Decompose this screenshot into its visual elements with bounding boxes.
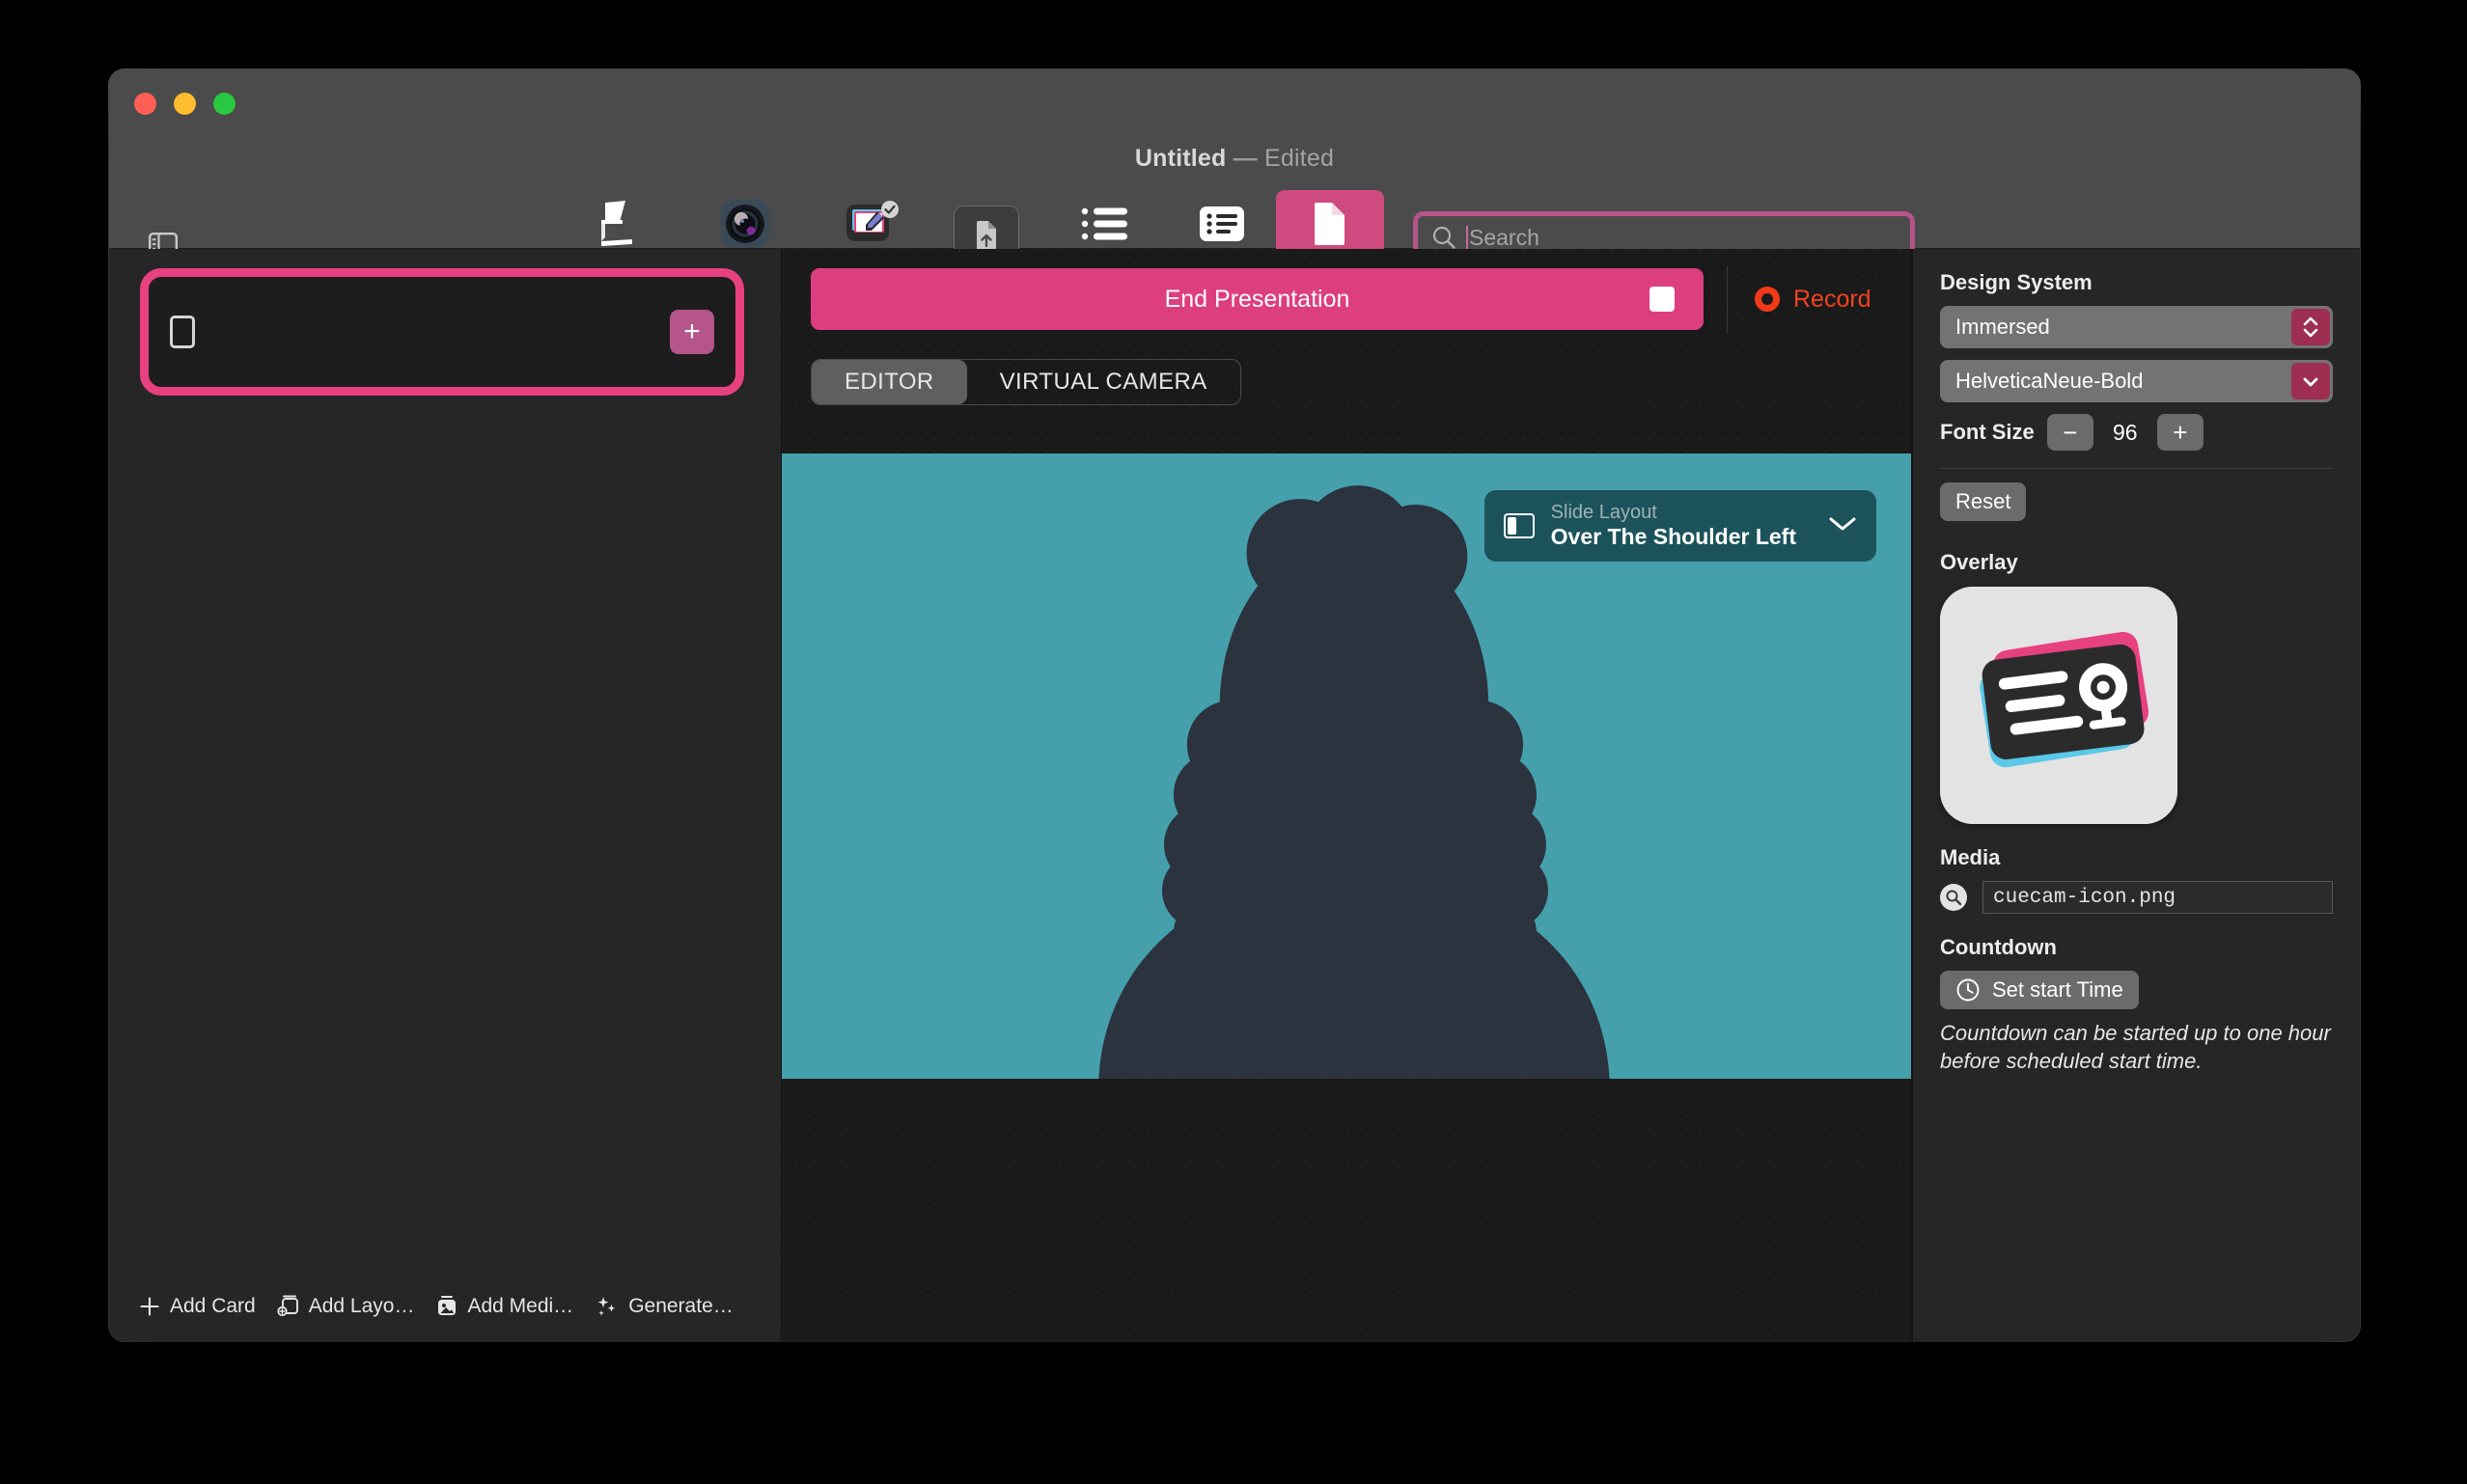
card-list-icon — [1199, 195, 1245, 253]
set-start-time-label: Set start Time — [1992, 977, 2123, 1002]
video-pencil-icon — [845, 195, 900, 253]
layout-left-icon — [1503, 513, 1535, 538]
cards-sidebar: + Add Card Add Layo… Add Medi… Generate… — [109, 249, 782, 1341]
font-size-increment-button[interactable]: + — [2156, 414, 2204, 451]
add-media-label: Add Medi… — [467, 1295, 574, 1317]
overlay-heading: Overlay — [1940, 550, 2018, 574]
window-title-dash: — — [1233, 145, 1258, 172]
search-icon — [1432, 226, 1455, 249]
add-card-label: Add Card — [170, 1295, 256, 1317]
tab-editor[interactable]: EDITOR — [812, 360, 967, 404]
add-layout-button[interactable]: Add Layo… — [267, 1288, 425, 1325]
overlay-thumbnail[interactable] — [1940, 587, 2177, 824]
font-size-value: 96 — [2112, 419, 2138, 445]
font-value: HelveticaNeue-Bold — [1955, 369, 2144, 393]
media-heading: Media — [1940, 845, 2001, 869]
video-preview[interactable]: Slide Layout Over The Shoulder Left — [782, 453, 1911, 1079]
font-chevron-down-icon[interactable] — [2291, 363, 2330, 399]
teleprompter-icon — [594, 195, 642, 253]
close-button[interactable] — [134, 93, 156, 115]
add-media-button[interactable]: Add Medi… — [426, 1288, 583, 1325]
record-dot-icon — [1755, 287, 1780, 312]
countdown-note: Countdown can be started up to one hour … — [1940, 1021, 2331, 1074]
inspector-divider — [1940, 468, 2333, 469]
window-controls[interactable] — [134, 93, 236, 115]
generate-label: Generate… — [628, 1295, 734, 1317]
design-system-heading: Design System — [1940, 270, 2093, 294]
media-filename-field[interactable]: cuecam-icon.png — [1982, 881, 2333, 914]
zoom-button[interactable] — [213, 93, 236, 115]
window-title-main: Untitled — [1134, 145, 1227, 172]
document-upload-icon — [977, 221, 996, 252]
add-layout-label: Add Layo… — [308, 1295, 415, 1317]
media-search-icon[interactable] — [1940, 884, 1967, 911]
desktop-background: Untitled — Edited Search + Add Card Add … — [0, 0, 2467, 1484]
media-row: cuecam-icon.png — [1940, 881, 2333, 914]
clock-icon — [1956, 978, 1980, 1002]
window-body: + Add Card Add Layo… Add Medi… Generate…… — [109, 249, 2360, 1341]
search-placeholder: Search — [1469, 224, 1539, 250]
reset-button[interactable]: Reset — [1940, 482, 2027, 521]
camera-lens-icon — [720, 195, 770, 253]
text-caret — [1466, 226, 1468, 249]
add-card-inline-button[interactable]: + — [670, 310, 714, 354]
font-select[interactable]: HelveticaNeue-Bold — [1940, 360, 2333, 402]
app-window: Untitled — Edited Search + Add Card Add … — [109, 69, 2360, 1341]
document-icon — [1311, 195, 1349, 253]
theme-stepper-icon[interactable] — [2291, 309, 2330, 345]
font-size-label: Font Size — [1940, 420, 2035, 444]
record-label: Record — [1793, 285, 1871, 313]
plus-icon — [140, 1297, 159, 1316]
sidebar-bottom-toolbar: Add Card Add Layo… Add Medi… Generate… — [109, 1272, 781, 1341]
font-size-row: Font Size − 96 + — [1940, 414, 2333, 451]
minimize-button[interactable] — [174, 93, 196, 115]
generate-button[interactable]: Generate… — [585, 1288, 743, 1325]
page-title: Untitled — Edited — [109, 145, 2360, 173]
sparkles-icon — [597, 1297, 616, 1316]
cuecam-app-icon — [1940, 587, 2177, 824]
toolbar-divider — [1727, 265, 1728, 333]
inspector-panel: Design System Immersed HelveticaNeue-Bol… — [1912, 249, 2360, 1341]
add-media-icon — [438, 1296, 457, 1315]
set-start-time-button[interactable]: Set start Time — [1940, 971, 2139, 1009]
add-card-button[interactable]: Add Card — [128, 1289, 265, 1324]
card-drop-slot[interactable]: + — [140, 268, 744, 396]
chevron-down-icon — [1813, 515, 1857, 537]
view-mode-tabs: EDITOR VIRTUAL CAMERA — [811, 359, 1241, 405]
font-size-decrement-button[interactable]: − — [2046, 414, 2093, 451]
end-presentation-label: End Presentation — [1164, 285, 1350, 313]
stop-square-icon — [1649, 287, 1675, 312]
countdown-heading: Countdown — [1940, 935, 2057, 959]
theme-select[interactable]: Immersed — [1940, 306, 2333, 348]
title-bar: Untitled — Edited Search — [109, 69, 2360, 291]
end-presentation-button[interactable]: End Presentation — [811, 268, 1704, 330]
window-title-status: Edited — [1264, 145, 1335, 172]
card-placeholder-icon — [170, 316, 195, 348]
presentation-controls-row: End Presentation Record — [782, 249, 1911, 349]
slide-layout-dropdown[interactable]: Slide Layout Over The Shoulder Left — [1483, 490, 1876, 562]
presentation-panel: End Presentation Record EDITOR VIRTUAL C… — [782, 249, 1912, 1341]
slide-layout-caption: Slide Layout — [1550, 501, 1657, 523]
slide-layout-value: Over The Shoulder Left — [1550, 523, 1796, 549]
record-button[interactable]: Record — [1755, 286, 1871, 314]
theme-value: Immersed — [1955, 315, 2050, 339]
list-dashboard-icon — [1079, 195, 1129, 253]
tab-virtual-camera[interactable]: VIRTUAL CAMERA — [967, 360, 1240, 404]
add-layout-icon — [277, 1295, 298, 1317]
